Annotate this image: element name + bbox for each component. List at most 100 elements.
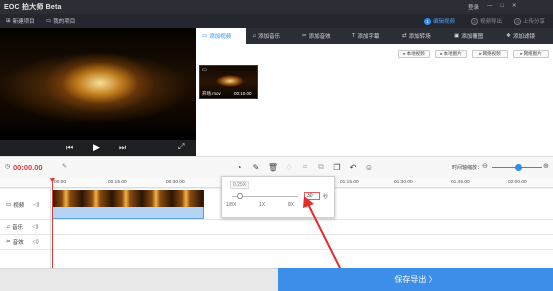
title-bar: EOC 拍大师 Beta 登录 — □ ✕ [0,0,553,14]
minimize-icon[interactable]: — [487,3,493,11]
video-clip-filmstrip[interactable] [52,190,204,207]
track-name: 视频 [13,203,25,209]
bell-icon[interactable]: ♢ [284,162,294,172]
music-icon: ♫ [252,33,257,39]
my-projects-label: 我的项目 [53,19,76,25]
local-image-button[interactable]: ▸ 本地图片 [435,50,467,58]
step-label: 上传分享 [523,19,546,25]
trash-icon[interactable]: 🗑 [268,162,278,172]
music-track[interactable] [0,220,553,235]
media-library-panel: ▸ 本地视频 ▸ 本地图片 ▸ 网络视频 ▸ 网络图片 ▭ 开场.mov 00:10.0… [196,44,553,156]
tab-label: 添加滤镜 [512,34,535,40]
tab-add-sound-effect[interactable]: ✂ 添加音效 [296,28,346,44]
add-icon: ▸ [403,51,406,56]
export-label: 保存导出 〉 [394,275,437,284]
folder-icon: ▭ [46,18,52,24]
step-edit-video[interactable]: 1 编辑视频 [424,17,455,25]
tab-label: 添加音效 [308,34,331,40]
tab-add-subtitle[interactable]: T 添加字幕 [346,28,396,44]
track-name: 音乐 [12,225,24,231]
filter-icon: ❖ [506,33,511,39]
online-video-button[interactable]: ▸ 网络视频 [472,50,508,58]
ruler-tick: 00:15.00 [108,180,127,185]
preview-controls: ⏮ ▶ ⏭ ⤢ [0,140,196,156]
speed-min-label: 1/8X [226,202,237,208]
zoom-out-icon[interactable]: ⊖ [482,162,488,170]
crop-icon[interactable]: ⌗ [300,162,310,172]
track-name: 音效 [12,240,24,246]
ruler-tick: 02:00.00 [508,180,527,185]
speed-max-label: 8X [288,202,295,208]
volume-icon[interactable]: ◁) [32,224,38,230]
zoom-in-icon[interactable]: ⊕ [543,162,549,170]
zoom-slider-knob[interactable] [515,164,522,171]
speed-icon[interactable]: ◔ [234,162,244,172]
button-label: 网络视频 [482,51,501,56]
split-icon[interactable]: ⧉ [316,162,326,172]
add-content-tabs: ▭ 添加视频 ♫ 添加音乐 ✂ 添加音效 T 添加字幕 ⇄ 添加转场 ▣ 添加覆图 ❖ 添加滤… [196,28,553,44]
tab-label: 添加视频 [209,34,232,40]
zoom-label: 时间轴缩放： [452,165,483,171]
current-time: 00:00.00 [13,163,43,172]
step-number: 1 [424,17,431,25]
video-track-label: ▭ 视频 ◁) [6,201,39,209]
subtitle-icon: T [352,33,356,39]
ruler-tick: 01:45.00 [451,180,470,185]
button-label: 网络图片 [523,51,542,56]
tab-add-transition[interactable]: ⇄ 添加转场 [396,28,448,44]
step-export-video[interactable]: 2 视频导出 [471,17,502,25]
online-image-button[interactable]: ▸ 网络图片 [513,50,549,58]
step-label: 编辑视频 [433,19,456,25]
tab-add-filter[interactable]: ❖ 添加滤镜 [500,28,553,44]
fullscreen-icon[interactable]: ⤢ [178,142,184,152]
undo-icon[interactable]: ↶ [348,162,358,172]
sfx-track[interactable] [0,235,553,250]
new-project-icon: ⊞ [6,18,11,24]
video-track-icon: ▭ [6,202,12,208]
local-video-button[interactable]: ▸ 本地视频 [398,50,430,58]
copy-icon[interactable]: ❐ [332,162,342,172]
music-track-icon: ♫ [6,224,11,230]
prev-frame-icon[interactable]: ⏮ [66,143,73,153]
tab-label: 添加覆图 [461,34,484,40]
media-thumbnail[interactable]: ▭ 开场.mov 00:10.00 [199,65,258,99]
ruler-tick: 00:30.00 [166,180,185,185]
step-number: 2 [471,17,478,25]
volume-icon[interactable]: ◁) [33,202,39,208]
ruler-tick: 01:30.00 [394,180,413,185]
video-file-icon: ▭ [202,67,207,73]
preview-frame [0,28,196,140]
tab-label: 添加字幕 [357,34,380,40]
speed-slider-knob[interactable] [237,193,243,199]
step-upload-share[interactable]: 3 上传分享 [514,17,545,25]
new-project-button[interactable]: ⊞ 新建项目 [6,17,35,25]
maximize-icon[interactable]: □ [501,3,504,11]
music-track-label: ♫ 音乐 ◁) [6,223,38,231]
pencil-icon[interactable]: ✎ [251,162,261,172]
ruler-tick: 01:15.00 [340,180,359,185]
playhead[interactable] [52,180,53,268]
volume-icon[interactable]: ◁) [33,239,39,245]
track-header-divider [50,189,51,268]
add-icon: ▸ [440,51,443,56]
ruler-tick: 00:00 [54,180,67,185]
clock-icon: ◷ [5,164,11,170]
play-icon[interactable]: ▶ [93,142,100,153]
emoji-icon[interactable]: ☺ [364,162,374,172]
footer-left [0,268,278,291]
new-project-label: 新建项目 [12,19,35,25]
close-icon[interactable]: ✕ [512,3,517,11]
next-frame-icon[interactable]: ⏭ [119,143,126,153]
tab-add-music[interactable]: ♫ 添加音乐 [246,28,296,44]
save-export-button[interactable]: 保存导出 〉 [278,268,553,291]
timeline-empty-area [0,250,553,268]
my-projects-button[interactable]: ▭ 我的项目 [46,17,75,25]
overlay-icon: ▣ [454,33,460,39]
tab-add-video[interactable]: ▭ 添加视频 [196,28,246,44]
sfx-track-label: ✂ 音效 ◁) [6,238,39,246]
edit-time-icon[interactable]: ✎ [62,163,67,170]
login-link[interactable]: 登录 [468,3,479,11]
tab-add-overlay[interactable]: ▣ 添加覆图 [448,28,500,44]
speed-mid-label: 1X [259,202,266,208]
add-icon: ▸ [520,51,523,56]
